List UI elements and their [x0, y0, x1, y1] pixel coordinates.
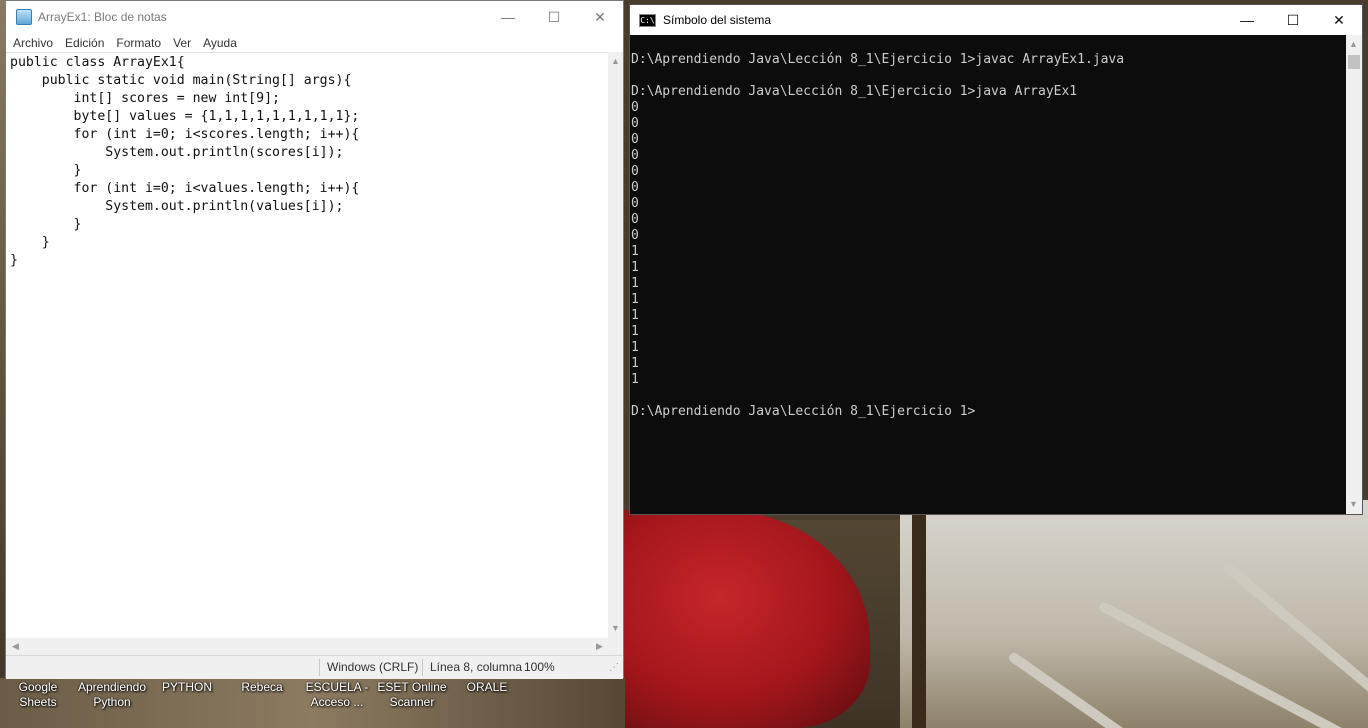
status-position: Línea 8, columna — [430, 660, 523, 674]
cmd-title: Símbolo del sistema — [663, 13, 772, 27]
scroll-down-icon[interactable]: ▼ — [608, 621, 623, 636]
minimize-button[interactable]: — — [485, 1, 531, 33]
close-button[interactable]: ✕ — [577, 1, 623, 33]
desktop-icon-python[interactable]: PYTHON — [149, 680, 225, 695]
cmd-app-icon: C:\ — [639, 13, 656, 27]
desktop-icons: Google Sheets Aprendiendo Python PYTHON … — [0, 680, 560, 728]
maximize-button[interactable]: ☐ — [531, 1, 577, 33]
notepad-text-area[interactable]: public class ArrayEx1{ public static voi… — [6, 52, 609, 639]
maximize-button[interactable]: ☐ — [1270, 5, 1316, 35]
scroll-up-icon[interactable]: ▲ — [1346, 37, 1361, 52]
menu-ver[interactable]: Ver — [168, 36, 196, 50]
scroll-right-icon[interactable]: ▶ — [592, 639, 607, 654]
desktop-icon-escuela-acceso[interactable]: ESCUELA - Acceso ... — [299, 680, 375, 710]
notepad-window: ArrayEx1: Bloc de notas — ☐ ✕ Archivo Ed… — [5, 0, 624, 679]
scroll-down-icon[interactable]: ▼ — [1346, 497, 1361, 512]
menu-formato[interactable]: Formato — [111, 36, 166, 50]
status-separator — [319, 659, 320, 676]
desktop-icon-rebeca[interactable]: Rebeca — [224, 680, 300, 695]
status-separator — [422, 659, 423, 676]
cmd-window: C:\ Símbolo del sistema — ☐ ✕ D:\Aprendi… — [629, 4, 1363, 515]
menu-archivo[interactable]: Archivo — [8, 36, 58, 50]
notepad-menubar: Archivo Edición Formato Ver Ayuda — [6, 33, 623, 52]
scroll-up-icon[interactable]: ▲ — [608, 54, 623, 69]
wallpaper-sky — [900, 500, 1368, 728]
cmd-vertical-scrollbar[interactable]: ▲ ▼ — [1346, 35, 1362, 514]
notepad-content[interactable]: public class ArrayEx1{ public static voi… — [6, 53, 609, 271]
horizontal-scrollbar[interactable]: ◀ ▶ — [6, 638, 609, 655]
vertical-scrollbar[interactable]: ▲ ▼ — [608, 52, 623, 638]
status-zoom: 100% — [524, 660, 555, 674]
wallpaper-pole — [912, 515, 926, 728]
scrollbar-corner — [608, 638, 623, 655]
cmd-output: D:\Aprendiendo Java\Lección 8_1\Ejercici… — [631, 52, 1125, 419]
resize-grip-icon[interactable]: ⋰ — [609, 656, 619, 679]
scroll-left-icon[interactable]: ◀ — [8, 639, 23, 654]
notepad-app-icon — [16, 9, 32, 25]
cmd-console[interactable]: D:\Aprendiendo Java\Lección 8_1\Ejercici… — [630, 35, 1346, 514]
scroll-thumb[interactable] — [1348, 55, 1360, 69]
menu-ayuda[interactable]: Ayuda — [198, 36, 242, 50]
desktop-icon-aprendiendo-python[interactable]: Aprendiendo Python — [74, 680, 150, 710]
desktop-icon-eset-online-scanner[interactable]: ESET Online Scanner — [374, 680, 450, 710]
desktop-icon-orale[interactable]: ORALE — [449, 680, 525, 695]
notepad-titlebar[interactable]: ArrayEx1: Bloc de notas — ☐ ✕ — [6, 1, 623, 33]
cmd-titlebar[interactable]: C:\ Símbolo del sistema — ☐ ✕ — [630, 5, 1362, 35]
desktop-icon-google-sheets[interactable]: Google Sheets — [0, 680, 76, 710]
wallpaper-red-figure — [620, 510, 870, 728]
menu-edicion[interactable]: Edición — [60, 36, 109, 50]
minimize-button[interactable]: — — [1224, 5, 1270, 35]
status-encoding: Windows (CRLF) — [327, 660, 419, 674]
notepad-statusbar: Windows (CRLF) Línea 8, columna 100% ⋰ — [6, 655, 623, 679]
close-button[interactable]: ✕ — [1316, 5, 1362, 35]
notepad-title: ArrayEx1: Bloc de notas — [38, 10, 167, 24]
